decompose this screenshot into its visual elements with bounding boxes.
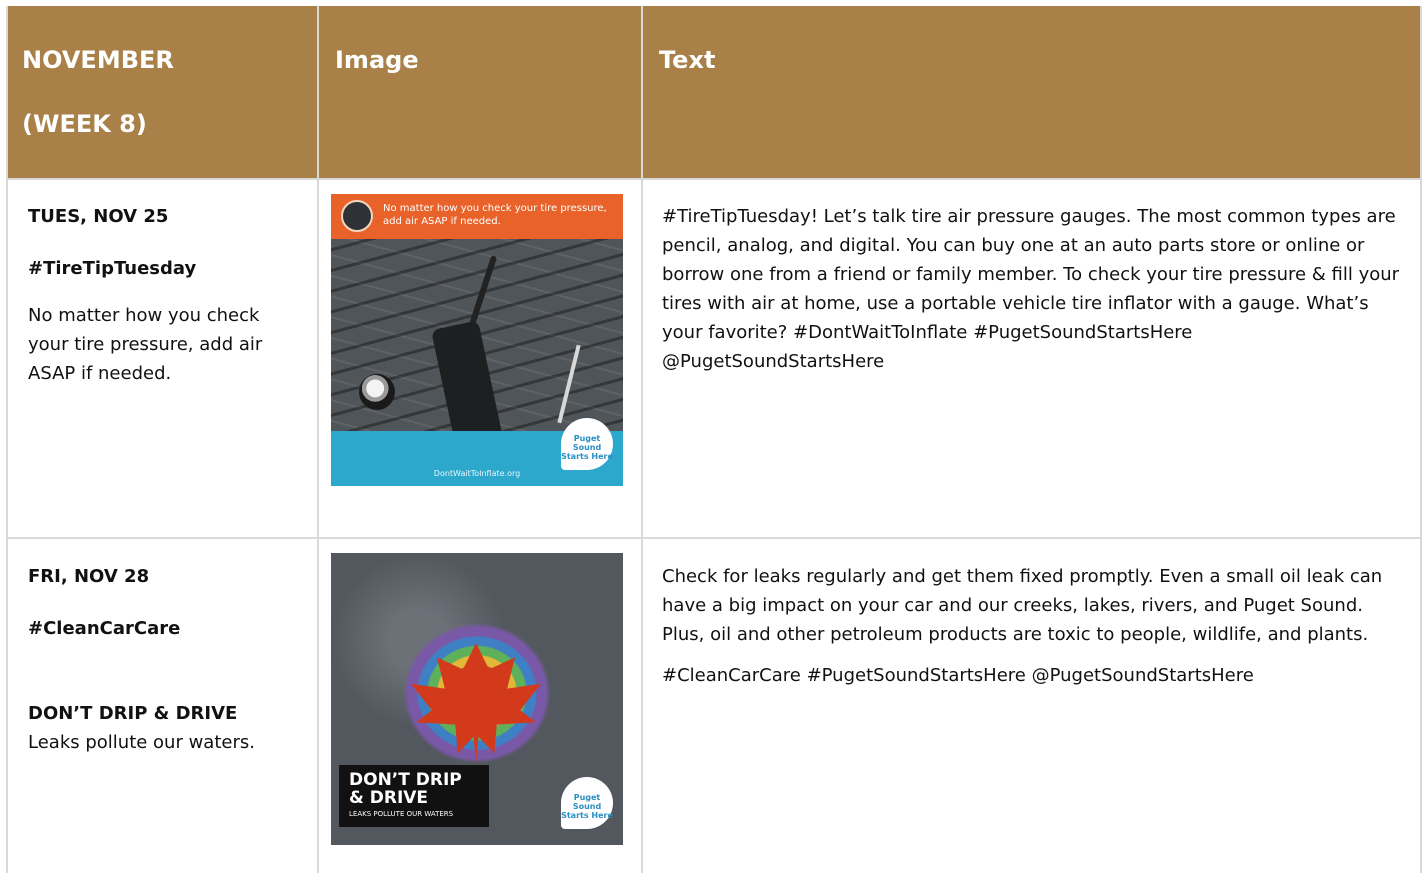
image-url: DontWaitToInflate.org xyxy=(433,469,521,478)
row-1-post-info: TUES, NOV 25 #TireTipTuesday No matter h… xyxy=(28,202,298,388)
row-2-post-text: Check for leaks regularly and get them f… xyxy=(662,562,1402,690)
grid-line xyxy=(6,6,8,873)
header-week: (WEEK 8) xyxy=(22,110,147,138)
header-cell-week: NOVEMBER (WEEK 8) xyxy=(6,6,318,178)
grid-line xyxy=(317,6,319,873)
grid-line xyxy=(6,178,1422,180)
row-1-body: #TireTipTuesday! Let’s talk tire air pre… xyxy=(662,206,1400,372)
row-2-hashtags: #CleanCarCare #PugetSoundStartsHere @Pug… xyxy=(662,665,1254,686)
row-2-caption: Leaks pollute our waters. xyxy=(28,732,255,753)
analog-gauge-shape xyxy=(359,374,395,410)
row-1-caption: No matter how you check your tire pressu… xyxy=(28,305,263,384)
oil-leak-image: DON’T DRIP & DRIVE LEAKS POLLUTE OUR WAT… xyxy=(331,553,623,845)
tire-gauge-image: No matter how you check your tire pressu… xyxy=(331,194,623,486)
image-banner: No matter how you check your tire pressu… xyxy=(331,194,623,239)
grid-line xyxy=(6,537,1422,539)
tag-line-1: DON’T DRIP xyxy=(349,770,462,790)
row-2-body: Check for leaks regularly and get them f… xyxy=(662,566,1383,645)
row-2-date: FRI, NOV 28 xyxy=(28,566,150,587)
header-week-label: NOVEMBER (WEEK 8) xyxy=(22,28,174,156)
logo-text: Puget Sound Starts Here xyxy=(561,434,613,461)
puget-sound-logo: Puget Sound Starts Here xyxy=(561,418,613,470)
maple-leaf-icon xyxy=(411,643,541,763)
header-cell-image: Image xyxy=(319,6,642,178)
image-caption: No matter how you check your tire pressu… xyxy=(383,203,607,227)
row-2-headline: DON’T DRIP & DRIVE xyxy=(28,703,238,724)
logo-text: Puget Sound Starts Here xyxy=(561,793,613,820)
row-2-post-info: FRI, NOV 28 #CleanCarCare DON’T DRIP & D… xyxy=(28,562,298,757)
grid-line xyxy=(1420,6,1422,873)
header-image-label: Image xyxy=(335,46,419,74)
tag-line-2: & DRIVE xyxy=(349,788,429,808)
puget-sound-logo: Puget Sound Starts Here xyxy=(561,777,613,829)
mascot-icon xyxy=(341,200,373,232)
dont-drip-tag: DON’T DRIP & DRIVE LEAKS POLLUTE OUR WAT… xyxy=(339,765,489,827)
header-cell-text: Text xyxy=(643,6,1422,178)
header-month: NOVEMBER xyxy=(22,46,174,74)
row-2-hashtag: #CleanCarCare xyxy=(28,618,181,639)
header-text-label: Text xyxy=(659,46,716,74)
grid-line xyxy=(641,6,643,873)
tag-line-3: LEAKS POLLUTE OUR WATERS xyxy=(349,810,454,818)
row-1-hashtag: #TireTipTuesday xyxy=(28,258,197,279)
row-1-post-text: #TireTipTuesday! Let’s talk tire air pre… xyxy=(662,202,1402,376)
row-1-date: TUES, NOV 25 xyxy=(28,206,169,227)
